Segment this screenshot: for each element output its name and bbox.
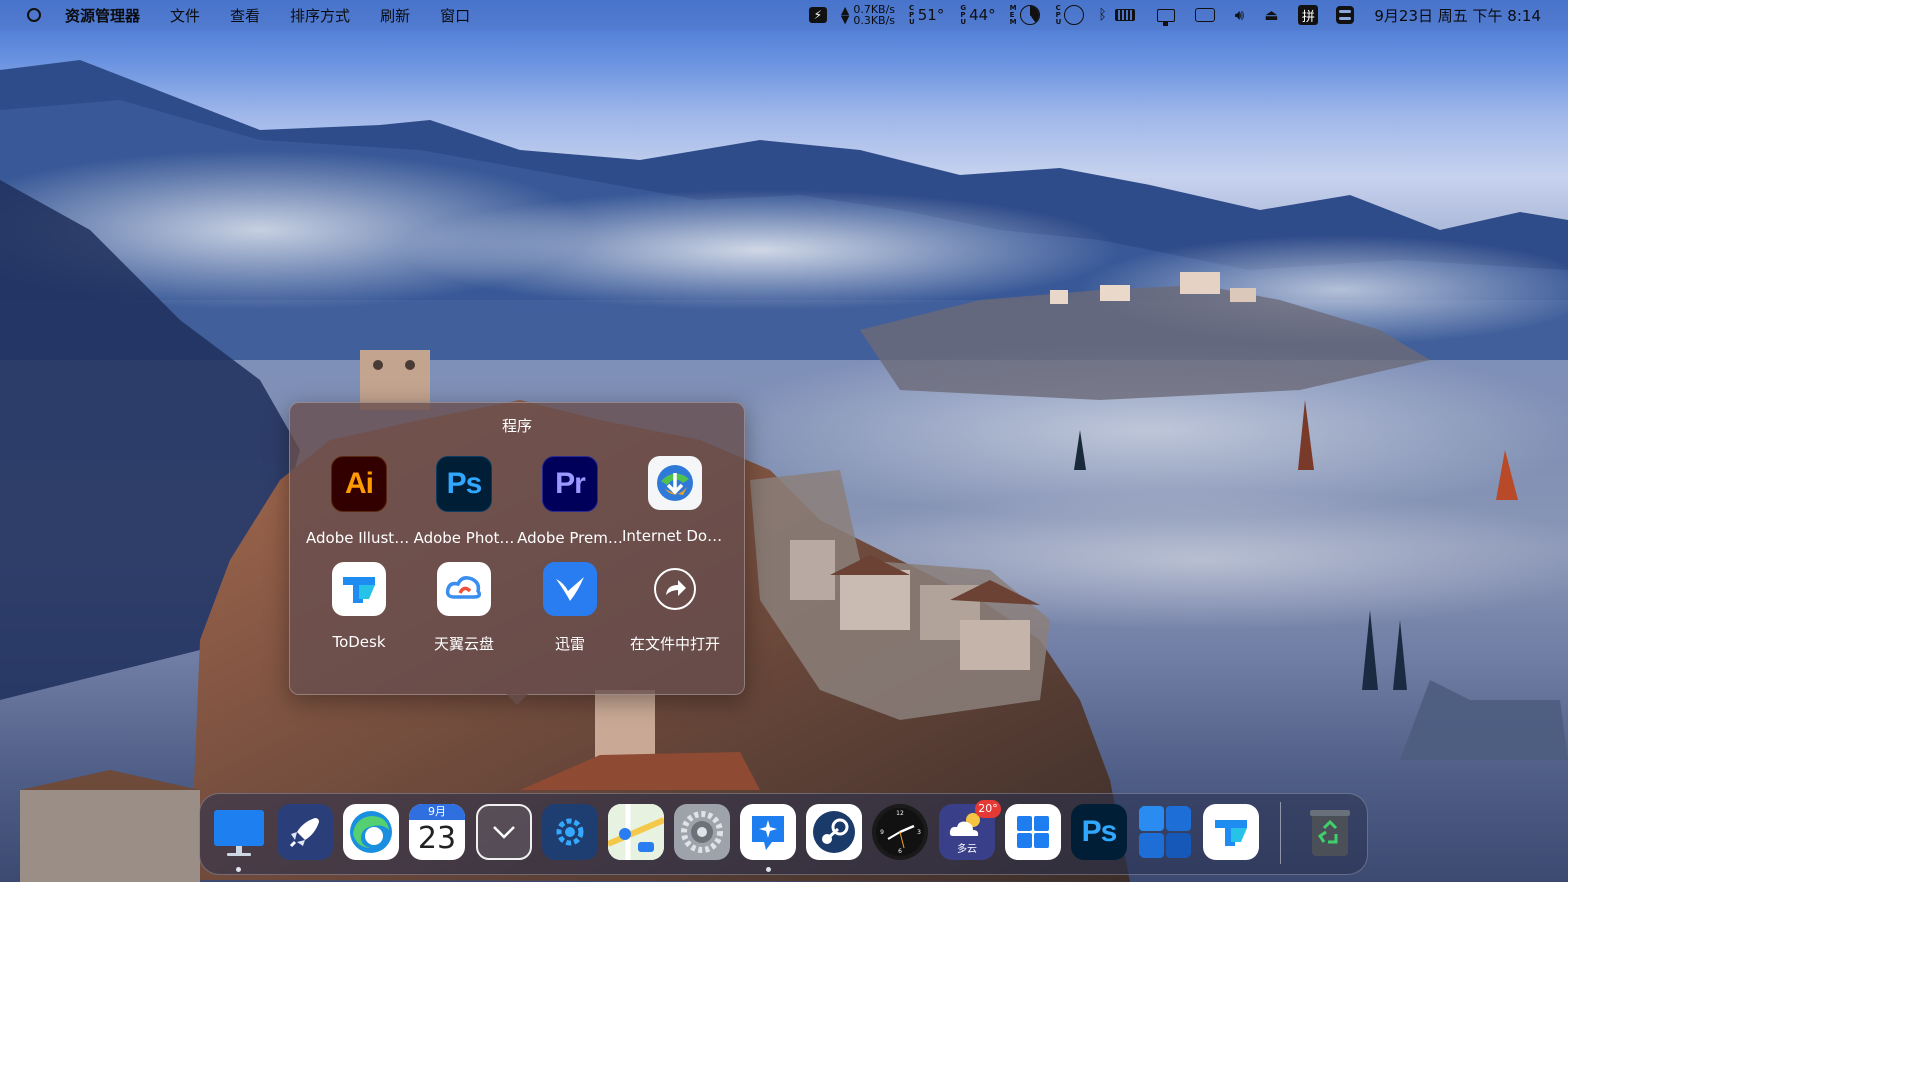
dock-downloads-stack-icon[interactable] — [476, 804, 532, 860]
internet-download-manager-icon — [648, 456, 702, 510]
system-menu-icon[interactable] — [27, 8, 41, 22]
svg-text:6: 6 — [898, 848, 902, 855]
illustrator-icon: Ai — [331, 456, 387, 512]
menu-app-name[interactable]: 资源管理器 — [65, 5, 140, 26]
premiere-icon: Pr — [542, 456, 598, 512]
photoshop-icon: Ps — [436, 456, 492, 512]
control-center-icon[interactable] — [1336, 0, 1355, 30]
dock: 9月 23 12 3 6 9 多云 20° Ps — [199, 793, 1368, 875]
dock-weather-icon[interactable]: 多云 20° — [939, 800, 1001, 860]
dock-calendar-icon[interactable]: 9月 23 — [409, 804, 465, 860]
app-internet-download-manager[interactable]: Internet Dow… — [622, 456, 728, 545]
dock-photoshop-icon[interactable]: Ps — [1071, 804, 1127, 860]
gpu-temp-indicator[interactable]: GPU 44° — [960, 0, 995, 30]
menu-window[interactable]: 窗口 — [440, 5, 470, 26]
gpu-label: GPU — [960, 3, 967, 26]
todesk-icon — [332, 562, 386, 616]
dock-edge-icon[interactable] — [343, 804, 399, 860]
app-label: ToDesk — [332, 633, 386, 651]
folder-sync-icon[interactable] — [1194, 0, 1215, 30]
app-xunlei[interactable]: 迅雷 — [517, 562, 623, 654]
desktop-wallpaper — [0, 0, 1568, 882]
tianyi-cloud-icon — [437, 562, 491, 616]
app-label: Adobe Prem… — [517, 529, 623, 547]
menu-bar: 资源管理器 文件 查看 排序方式 刷新 窗口 ⚡ ▲ ▼ 0.7KB/s 0.3K… — [0, 0, 1568, 30]
dock-steam-icon[interactable] — [806, 804, 862, 860]
app-label: 天翼云盘 — [433, 635, 494, 653]
popup-title: 程序 — [501, 417, 532, 435]
tray-app-icon[interactable]: ⚡ — [808, 0, 827, 30]
dock-windows-start-icon[interactable] — [1005, 804, 1061, 860]
cpu-usage-indicator[interactable]: CPU — [1056, 0, 1085, 30]
calendar-month: 9月 — [409, 804, 465, 820]
menu-file[interactable]: 文件 — [170, 5, 200, 26]
svg-text:3: 3 — [917, 829, 921, 836]
dock-windows-app-icon[interactable] — [1137, 804, 1193, 860]
app-tianyi-cloud[interactable]: 天翼云盘 — [411, 562, 517, 654]
memory-indicator[interactable]: MEM — [1010, 0, 1040, 30]
app-todesk[interactable]: ToDesk — [306, 562, 412, 651]
app-label: Adobe Illustr… — [306, 529, 412, 547]
running-indicator — [236, 867, 241, 872]
xunlei-icon — [543, 562, 597, 616]
dock-chat-app-icon[interactable] — [740, 804, 796, 860]
memory-usage-ring-icon — [1019, 5, 1040, 25]
app-label: 迅雷 — [554, 635, 585, 653]
cpu2-label: CPU — [1055, 3, 1062, 26]
weather-temperature-badge: 20° — [975, 800, 1001, 818]
dock-separator — [1280, 802, 1281, 864]
cpu-usage-ring-icon — [1064, 5, 1085, 25]
app-adobe-premiere[interactable]: Pr Adobe Prem… — [517, 456, 623, 547]
calendar-day: 23 — [417, 821, 457, 856]
svg-text:12: 12 — [896, 810, 904, 817]
app-adobe-photoshop[interactable]: Ps Adobe Phot… — [411, 456, 517, 547]
cpu-temp-indicator[interactable]: CPU 51° — [909, 0, 944, 30]
dock-clock-icon[interactable]: 12 3 6 9 — [872, 804, 928, 860]
mem-label: MEM — [1009, 3, 1017, 26]
dock-maps-icon[interactable] — [608, 804, 664, 860]
app-label: 在文件中打开 — [629, 635, 720, 653]
network-speed[interactable]: 0.7KB/s 0.3KB/s — [853, 4, 895, 26]
tray-app-glyph-icon: ⚡ — [808, 7, 827, 23]
menu-refresh[interactable]: 刷新 — [380, 5, 410, 26]
ime-label: 拼 — [1298, 5, 1319, 25]
dock-launchpad-icon[interactable] — [277, 804, 333, 860]
cpu-label: CPU — [909, 3, 915, 26]
dock-todesk-icon[interactable] — [1203, 804, 1259, 860]
programs-popup: 程序 Ai Adobe Illustr… Ps Adobe Phot… Pr A… — [289, 402, 745, 695]
open-in-files-icon — [648, 562, 702, 616]
app-adobe-illustrator[interactable]: Ai Adobe Illustr… — [306, 456, 412, 547]
menu-view[interactable]: 查看 — [230, 5, 260, 26]
svg-text:9: 9 — [880, 829, 884, 836]
dock-settings-tool-icon[interactable] — [542, 804, 598, 860]
weather-condition: 多云 — [957, 843, 977, 855]
cpu-temp: 51° — [917, 6, 945, 24]
bluetooth-icon[interactable]: ᛒ — [1098, 0, 1106, 30]
keyboard-icon[interactable] — [1114, 0, 1135, 30]
dock-system-settings-icon[interactable] — [674, 804, 730, 860]
menu-sort[interactable]: 排序方式 — [290, 5, 350, 26]
app-label: Internet Dow… — [622, 527, 728, 545]
input-method-icon[interactable]: 拼 — [1298, 0, 1319, 30]
net-download: 0.3KB/s — [853, 14, 896, 27]
display-icon[interactable] — [1156, 0, 1175, 30]
gpu-temp: 44° — [969, 6, 996, 24]
network-arrows-icon: ▲ ▼ — [840, 4, 850, 26]
clock-datetime[interactable]: 9月23日 周五 下午 8:14 — [1374, 5, 1541, 26]
dock-recycle-bin-icon[interactable] — [1302, 804, 1358, 860]
running-indicator — [766, 867, 771, 872]
popup-pointer — [506, 694, 528, 705]
volume-icon[interactable]: 🔊︎ — [1235, 0, 1244, 30]
app-label: Adobe Phot… — [413, 529, 515, 547]
eject-icon[interactable]: ⏏ — [1264, 0, 1278, 30]
dock-desktop-icon[interactable] — [211, 804, 267, 860]
open-in-files-button[interactable]: 在文件中打开 — [622, 562, 728, 654]
